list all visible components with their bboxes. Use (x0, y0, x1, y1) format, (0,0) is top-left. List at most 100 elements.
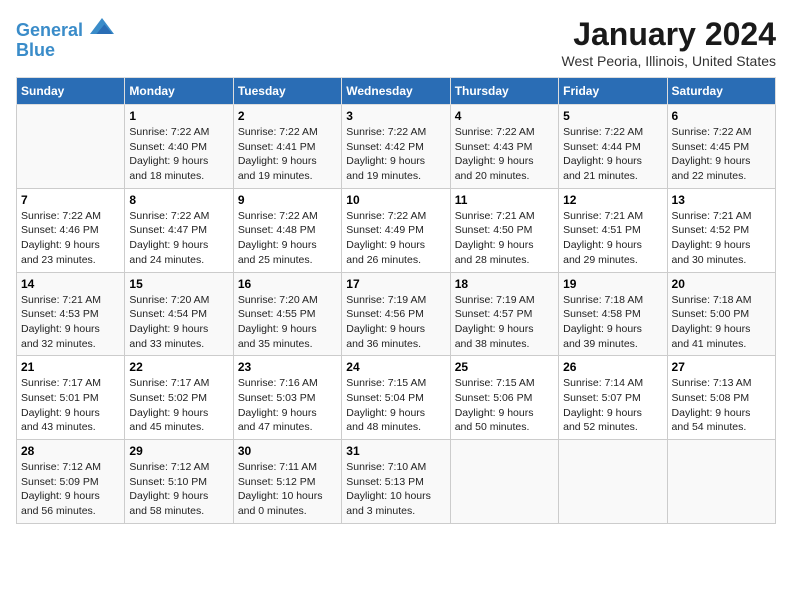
calendar-cell (17, 105, 125, 189)
day-info: Sunrise: 7:22 AM Sunset: 4:47 PM Dayligh… (129, 209, 228, 268)
day-info: Sunrise: 7:12 AM Sunset: 5:10 PM Dayligh… (129, 460, 228, 519)
day-number: 7 (21, 193, 120, 207)
column-header-saturday: Saturday (667, 78, 775, 105)
day-number: 6 (672, 109, 771, 123)
calendar-cell: 15 Sunrise: 7:20 AM Sunset: 4:54 PM Dayli… (125, 272, 233, 356)
calendar-cell: 7 Sunrise: 7:22 AM Sunset: 4:46 PM Daylig… (17, 188, 125, 272)
calendar-cell (559, 440, 667, 524)
calendar-cell: 2Sunrise: 7:22 AM Sunset: 4:41 PM Daylig… (233, 105, 341, 189)
day-number: 30 (238, 444, 337, 458)
day-number: 28 (21, 444, 120, 458)
day-number: 2 (238, 109, 337, 123)
day-number: 22 (129, 360, 228, 374)
calendar-cell: 5 Sunrise: 7:22 AM Sunset: 4:44 PM Daylig… (559, 105, 667, 189)
logo-icon (90, 16, 114, 36)
calendar-cell: 8 Sunrise: 7:22 AM Sunset: 4:47 PM Daylig… (125, 188, 233, 272)
day-number: 11 (455, 193, 554, 207)
day-number: 27 (672, 360, 771, 374)
day-info: Sunrise: 7:17 AM Sunset: 5:01 PM Dayligh… (21, 376, 120, 435)
day-info: Sunrise: 7:20 AM Sunset: 4:54 PM Dayligh… (129, 293, 228, 352)
day-info: Sunrise: 7:22 AM Sunset: 4:46 PM Dayligh… (21, 209, 120, 268)
day-info: Sunrise: 7:22 AM Sunset: 4:49 PM Dayligh… (346, 209, 445, 268)
day-number: 13 (672, 193, 771, 207)
day-number: 12 (563, 193, 662, 207)
day-info: Sunrise: 7:22 AM Sunset: 4:40 PM Dayligh… (129, 125, 228, 184)
title-block: January 2024 West Peoria, Illinois, Unit… (561, 16, 776, 69)
day-number: 21 (21, 360, 120, 374)
day-info: Sunrise: 7:15 AM Sunset: 5:04 PM Dayligh… (346, 376, 445, 435)
calendar-cell: 13 Sunrise: 7:21 AM Sunset: 4:52 PM Dayli… (667, 188, 775, 272)
day-number: 19 (563, 277, 662, 291)
day-number: 14 (21, 277, 120, 291)
calendar-cell (667, 440, 775, 524)
calendar-cell: 29 Sunrise: 7:12 AM Sunset: 5:10 PM Dayli… (125, 440, 233, 524)
calendar-cell: 12Sunrise: 7:21 AM Sunset: 4:51 PM Dayli… (559, 188, 667, 272)
calendar-cell: 21 Sunrise: 7:17 AM Sunset: 5:01 PM Dayli… (17, 356, 125, 440)
day-info: Sunrise: 7:12 AM Sunset: 5:09 PM Dayligh… (21, 460, 120, 519)
day-info: Sunrise: 7:20 AM Sunset: 4:55 PM Dayligh… (238, 293, 337, 352)
day-info: Sunrise: 7:21 AM Sunset: 4:52 PM Dayligh… (672, 209, 771, 268)
day-number: 16 (238, 277, 337, 291)
day-number: 1 (129, 109, 228, 123)
day-number: 15 (129, 277, 228, 291)
day-info: Sunrise: 7:21 AM Sunset: 4:50 PM Dayligh… (455, 209, 554, 268)
calendar-week-row: 14 Sunrise: 7:21 AM Sunset: 4:53 PM Dayli… (17, 272, 776, 356)
logo-line2: Blue (16, 41, 116, 61)
day-info: Sunrise: 7:11 AM Sunset: 5:12 PM Dayligh… (238, 460, 337, 519)
calendar-cell: 31Sunrise: 7:10 AM Sunset: 5:13 PM Dayli… (342, 440, 450, 524)
day-info: Sunrise: 7:13 AM Sunset: 5:08 PM Dayligh… (672, 376, 771, 435)
day-info: Sunrise: 7:22 AM Sunset: 4:44 PM Dayligh… (563, 125, 662, 184)
calendar-cell: 4Sunrise: 7:22 AM Sunset: 4:43 PM Daylig… (450, 105, 558, 189)
day-number: 10 (346, 193, 445, 207)
day-info: Sunrise: 7:18 AM Sunset: 5:00 PM Dayligh… (672, 293, 771, 352)
day-info: Sunrise: 7:22 AM Sunset: 4:48 PM Dayligh… (238, 209, 337, 268)
day-info: Sunrise: 7:10 AM Sunset: 5:13 PM Dayligh… (346, 460, 445, 519)
calendar-header-row: SundayMondayTuesdayWednesdayThursdayFrid… (17, 78, 776, 105)
column-header-tuesday: Tuesday (233, 78, 341, 105)
calendar-cell: 22 Sunrise: 7:17 AM Sunset: 5:02 PM Dayli… (125, 356, 233, 440)
calendar-cell: 25Sunrise: 7:15 AM Sunset: 5:06 PM Dayli… (450, 356, 558, 440)
day-number: 17 (346, 277, 445, 291)
calendar-cell: 28 Sunrise: 7:12 AM Sunset: 5:09 PM Dayli… (17, 440, 125, 524)
calendar-cell: 17 Sunrise: 7:19 AM Sunset: 4:56 PM Dayli… (342, 272, 450, 356)
calendar-cell (450, 440, 558, 524)
calendar-cell: 11 Sunrise: 7:21 AM Sunset: 4:50 PM Dayli… (450, 188, 558, 272)
day-number: 20 (672, 277, 771, 291)
column-header-friday: Friday (559, 78, 667, 105)
calendar-cell: 10 Sunrise: 7:22 AM Sunset: 4:49 PM Dayli… (342, 188, 450, 272)
column-header-monday: Monday (125, 78, 233, 105)
calendar-cell: 30 Sunrise: 7:11 AM Sunset: 5:12 PM Dayli… (233, 440, 341, 524)
day-number: 3 (346, 109, 445, 123)
day-number: 5 (563, 109, 662, 123)
location-title: West Peoria, Illinois, United States (561, 53, 776, 69)
calendar-cell: 24 Sunrise: 7:15 AM Sunset: 5:04 PM Dayli… (342, 356, 450, 440)
day-info: Sunrise: 7:21 AM Sunset: 4:53 PM Dayligh… (21, 293, 120, 352)
day-info: Sunrise: 7:15 AM Sunset: 5:06 PM Dayligh… (455, 376, 554, 435)
day-number: 8 (129, 193, 228, 207)
day-info: Sunrise: 7:19 AM Sunset: 4:57 PM Dayligh… (455, 293, 554, 352)
day-info: Sunrise: 7:16 AM Sunset: 5:03 PM Dayligh… (238, 376, 337, 435)
calendar-cell: 9Sunrise: 7:22 AM Sunset: 4:48 PM Daylig… (233, 188, 341, 272)
day-number: 29 (129, 444, 228, 458)
calendar-cell: 23Sunrise: 7:16 AM Sunset: 5:03 PM Dayli… (233, 356, 341, 440)
day-info: Sunrise: 7:17 AM Sunset: 5:02 PM Dayligh… (129, 376, 228, 435)
column-header-thursday: Thursday (450, 78, 558, 105)
calendar-week-row: 21 Sunrise: 7:17 AM Sunset: 5:01 PM Dayli… (17, 356, 776, 440)
day-number: 26 (563, 360, 662, 374)
calendar-cell: 1 Sunrise: 7:22 AM Sunset: 4:40 PM Daylig… (125, 105, 233, 189)
day-number: 24 (346, 360, 445, 374)
day-info: Sunrise: 7:19 AM Sunset: 4:56 PM Dayligh… (346, 293, 445, 352)
calendar-cell: 20 Sunrise: 7:18 AM Sunset: 5:00 PM Dayli… (667, 272, 775, 356)
logo-line1: General (16, 20, 83, 40)
logo: General Blue (16, 16, 116, 61)
page-header: General Blue January 2024 West Peoria, I… (16, 16, 776, 69)
day-info: Sunrise: 7:22 AM Sunset: 4:43 PM Dayligh… (455, 125, 554, 184)
calendar-week-row: 1 Sunrise: 7:22 AM Sunset: 4:40 PM Daylig… (17, 105, 776, 189)
day-info: Sunrise: 7:22 AM Sunset: 4:42 PM Dayligh… (346, 125, 445, 184)
month-title: January 2024 (561, 16, 776, 53)
calendar-cell: 26Sunrise: 7:14 AM Sunset: 5:07 PM Dayli… (559, 356, 667, 440)
calendar-week-row: 28 Sunrise: 7:12 AM Sunset: 5:09 PM Dayli… (17, 440, 776, 524)
calendar-cell: 27 Sunrise: 7:13 AM Sunset: 5:08 PM Dayli… (667, 356, 775, 440)
day-info: Sunrise: 7:22 AM Sunset: 4:45 PM Dayligh… (672, 125, 771, 184)
calendar-cell: 18Sunrise: 7:19 AM Sunset: 4:57 PM Dayli… (450, 272, 558, 356)
